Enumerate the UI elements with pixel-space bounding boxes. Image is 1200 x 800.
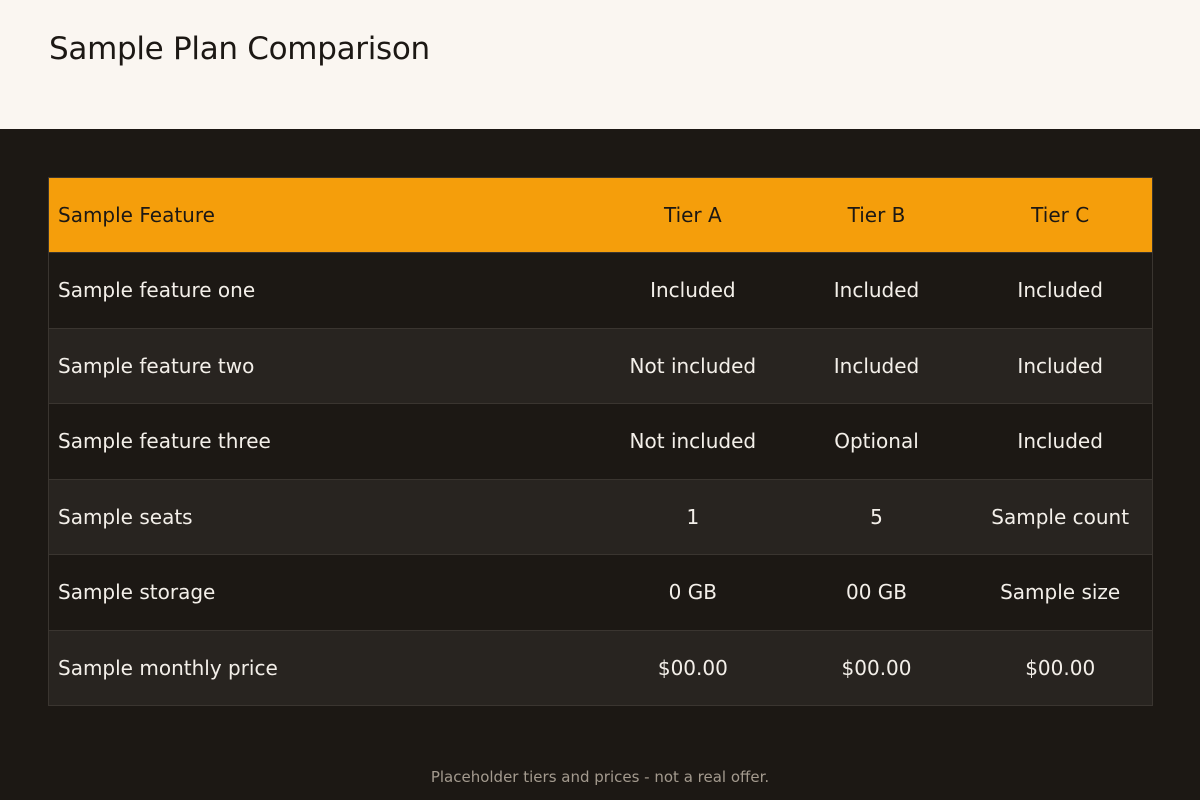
tier-a-cell: $00.00	[657, 655, 728, 680]
tier-b-cell: 00 GB	[845, 580, 908, 605]
tier-a-cell: Included	[650, 278, 736, 303]
tier-b-cell: $00.00	[841, 655, 912, 680]
tier-b-cell: Optional	[834, 429, 919, 454]
feature-cell: Sample storage	[58, 580, 216, 605]
feature-cell: Sample feature three	[58, 429, 271, 454]
tier-a-cell: Not included	[629, 353, 757, 378]
page: Sample Plan Comparison Sample Feature Ti…	[0, 0, 1200, 800]
tier-b-cell: Included	[833, 353, 920, 378]
feature-cell: Sample feature one	[58, 278, 256, 303]
tier-b-cell: Included	[833, 278, 920, 303]
table-row: Sample storage 0 GB 00 GB Sample size	[49, 554, 1152, 630]
tier-a-cell: Not included	[629, 429, 757, 454]
column-header-feature: Sample Feature	[58, 203, 215, 227]
tier-c-cell: Sample count	[991, 504, 1130, 529]
table-row: Sample monthly price $00.00 $00.00 $00.0…	[49, 629, 1152, 705]
table-row: Sample feature three Not included Option…	[49, 403, 1152, 479]
footer-note: Placeholder tiers and prices - not a rea…	[430, 768, 770, 786]
tier-c-cell: Included	[1017, 278, 1103, 303]
tier-b-cell: 5	[870, 504, 883, 529]
column-header-tier-a: Tier A	[663, 203, 722, 227]
tier-c-cell: Included	[1017, 429, 1103, 454]
table-row: Sample feature one Included Included Inc…	[49, 252, 1152, 328]
feature-cell: Sample seats	[58, 504, 193, 529]
feature-cell: Sample feature two	[58, 353, 255, 378]
column-header-tier-b: Tier B	[847, 203, 906, 227]
column-header-tier-c: Tier C	[1031, 203, 1090, 227]
page-header: Sample Plan Comparison	[0, 0, 1200, 129]
tier-c-cell: Included	[1017, 353, 1103, 378]
table-row: Sample feature two Not included Included…	[49, 327, 1152, 403]
tier-c-cell: $00.00	[1025, 655, 1096, 680]
table-header-row: Sample Feature Tier A Tier B Tier C	[49, 178, 1152, 252]
tier-a-cell: 1	[686, 504, 700, 529]
page-title: Sample Plan Comparison	[49, 31, 430, 67]
tier-c-cell: Sample size	[1000, 580, 1121, 605]
comparison-table: Sample Feature Tier A Tier B Tier C Samp…	[48, 177, 1153, 706]
feature-cell: Sample monthly price	[58, 655, 278, 680]
table-row: Sample seats 1 5 Sample count	[49, 478, 1152, 554]
tier-a-cell: 0 GB	[668, 580, 717, 605]
